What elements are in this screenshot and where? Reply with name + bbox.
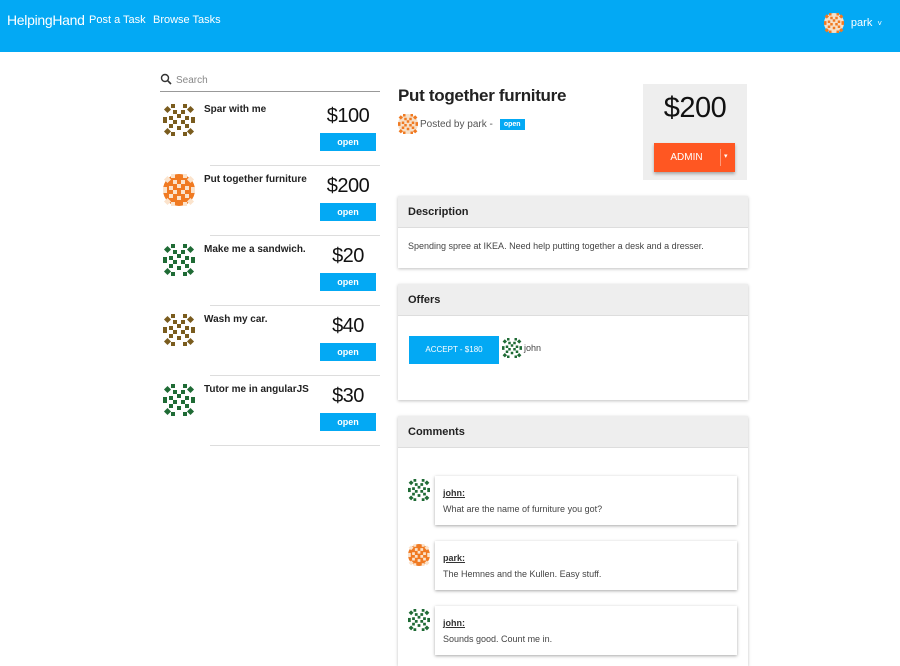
task-status-badge: open: [320, 273, 376, 291]
nav-link-browse-tasks[interactable]: Browse Tasks: [153, 14, 221, 26]
task-avatar: [163, 244, 195, 276]
task-list: Spar with me $100 open Put together furn…: [160, 96, 380, 446]
task-status-badge: open: [320, 343, 376, 361]
offer-user-avatar: [502, 338, 522, 358]
brand-logo[interactable]: HelpingHand: [7, 12, 85, 28]
task-price: $200: [326, 175, 370, 197]
comment-item: park: The Hemnes and the Kullen. Easy st…: [398, 541, 748, 591]
task-list-item[interactable]: Make me a sandwich. $20 open: [160, 236, 380, 306]
task-avatar: [163, 314, 195, 346]
comment-avatar: [408, 479, 430, 501]
task-status-badge: open: [320, 203, 376, 221]
task-detail-price: $200: [663, 92, 727, 124]
offer-user: john: [502, 338, 541, 358]
task-status-badge: open: [320, 413, 376, 431]
task-price: $40: [332, 315, 364, 337]
search-bar: [160, 72, 380, 92]
status-badge: open: [499, 118, 525, 130]
user-menu[interactable]: park ˅: [823, 13, 882, 33]
button-divider: [720, 149, 721, 166]
comment-bubble: john: What are the name of furniture you…: [435, 476, 737, 525]
comment-bubble: john: Sounds good. Count me in.: [435, 606, 737, 655]
posted-by-text: Posted by park -: [420, 118, 493, 130]
user-avatar: [823, 13, 844, 33]
task-title: Spar with me: [204, 104, 267, 115]
comment-item: john: Sounds good. Count me in.: [398, 606, 748, 656]
comment-avatar: [408, 609, 430, 631]
user-name: park: [850, 17, 873, 29]
task-title: Put together furniture: [204, 174, 307, 185]
comments-card: Comments john: What are the name of furn…: [398, 416, 748, 666]
task-title: Wash my car.: [204, 314, 268, 325]
comment-author[interactable]: john:: [443, 488, 465, 498]
comment-avatar: [408, 544, 430, 566]
task-price: $30: [332, 385, 364, 407]
top-navbar: HelpingHand Post a Task Browse Tasks par…: [0, 0, 900, 52]
comment-author[interactable]: john:: [443, 618, 465, 628]
task-status-badge: open: [320, 133, 376, 151]
task-avatar: [163, 104, 195, 136]
task-list-item[interactable]: Wash my car. $40 open: [160, 306, 380, 376]
comment-text: What are the name of furniture you got?: [443, 504, 603, 514]
comment-bubble: park: The Hemnes and the Kullen. Easy st…: [435, 541, 737, 590]
offer-user-name: john: [524, 343, 542, 353]
task-title: Make me a sandwich.: [204, 244, 306, 255]
comment-item: john: What are the name of furniture you…: [398, 476, 748, 526]
task-list-item[interactable]: Tutor me in angularJS $30 open: [160, 376, 380, 446]
search-icon: [160, 73, 172, 85]
price-panel: $200 ADMIN ▾: [643, 84, 747, 180]
description-heading: Description: [398, 196, 748, 228]
chevron-down-icon[interactable]: ▾: [724, 152, 728, 160]
poster-avatar: [398, 114, 418, 134]
task-avatar: [163, 174, 195, 206]
nav-link-post-task[interactable]: Post a Task: [89, 14, 146, 26]
task-price: $20: [332, 245, 364, 267]
offers-heading: Offers: [398, 284, 748, 316]
comment-author[interactable]: park:: [443, 553, 465, 563]
comments-heading: Comments: [398, 416, 748, 448]
task-title: Tutor me in angularJS: [204, 384, 309, 395]
admin-button-label: ADMIN: [670, 152, 703, 163]
description-text: Spending spree at IKEA. Need help puttin…: [408, 241, 704, 251]
task-avatar: [163, 384, 195, 416]
search-input[interactable]: [176, 72, 376, 88]
description-card: Description Spending spree at IKEA. Need…: [398, 196, 748, 268]
offers-card: Offers ACCEPT - $180 john: [398, 284, 748, 400]
comment-text: Sounds good. Count me in.: [443, 634, 553, 644]
comment-text: The Hemnes and the Kullen. Easy stuff.: [443, 569, 602, 579]
task-list-item[interactable]: Spar with me $100 open: [160, 96, 380, 166]
divider: [210, 445, 380, 446]
accept-offer-button[interactable]: ACCEPT - $180: [409, 336, 499, 364]
task-price: $100: [326, 105, 370, 127]
admin-dropdown-button[interactable]: ADMIN ▾: [654, 143, 735, 172]
chevron-down-icon: ˅: [877, 18, 882, 28]
posted-by-line: Posted by park - open: [398, 114, 525, 134]
task-detail-title: Put together furniture: [398, 86, 567, 105]
task-list-item[interactable]: Put together furniture $200 open: [160, 166, 380, 236]
